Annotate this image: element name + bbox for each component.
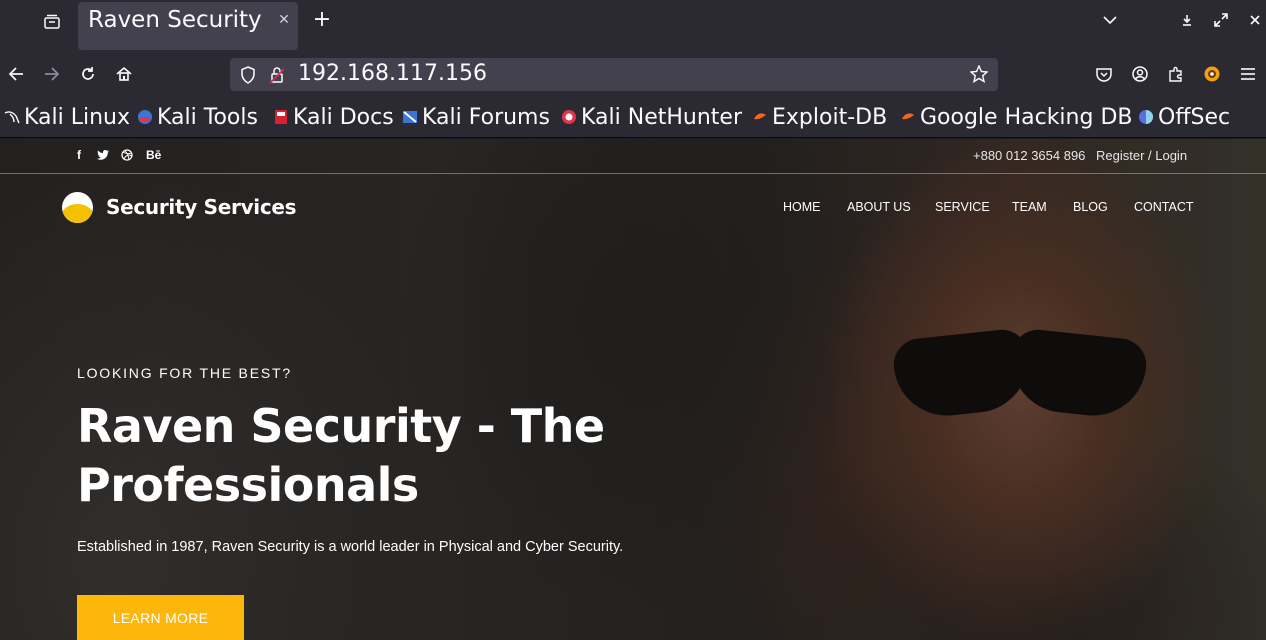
close-tab-icon[interactable]: ✕ [276, 12, 292, 28]
bookmark-google-hacking-db[interactable]: Google Hacking DB [900, 103, 1132, 131]
active-tab[interactable]: Raven Security ✕ [78, 2, 298, 50]
nav-contact[interactable]: CONTACT [1134, 200, 1194, 214]
header-divider [0, 173, 1266, 174]
home-icon[interactable] [112, 62, 136, 86]
learn-more-button[interactable]: LEARN MORE [77, 595, 244, 640]
url-text[interactable]: 192.168.117.156 [298, 61, 487, 86]
bookmark-offsec[interactable]: OffSec [1138, 103, 1230, 131]
kali-dragon-icon [4, 109, 20, 125]
nav-service[interactable]: SERVICE [935, 200, 990, 214]
kali-docs-icon [273, 109, 289, 125]
site-logo-text[interactable]: Security Services [106, 195, 297, 219]
nav-blog[interactable]: BLOG [1073, 200, 1108, 214]
exploit-db-icon [752, 109, 768, 125]
forward-arrow-icon[interactable] [40, 62, 64, 86]
hero-eyebrow: LOOKING FOR THE BEST? [77, 365, 292, 381]
nethunter-icon [561, 109, 577, 125]
bookmark-kali-tools[interactable]: Kali Tools [137, 103, 258, 131]
tab-bar: Raven Security ✕ + [0, 0, 1266, 52]
hamburger-menu-icon[interactable] [1236, 62, 1260, 86]
nav-team[interactable]: TEAM [1012, 200, 1047, 214]
list-all-tabs-icon[interactable] [1100, 10, 1120, 30]
hero-title: Raven Security - The Professionals [77, 399, 605, 512]
tab-title: Raven Security [88, 7, 262, 33]
facebook-icon[interactable]: f [77, 147, 81, 163]
tab-overview-icon[interactable] [38, 8, 66, 36]
tracking-protection-shield-icon[interactable] [240, 66, 256, 88]
contact-phone: +880 012 3654 896 [973, 148, 1086, 163]
account-icon[interactable] [1128, 62, 1152, 86]
extension-badge-icon[interactable] [1200, 62, 1224, 86]
bookmark-star-icon[interactable] [969, 64, 989, 87]
new-tab-icon[interactable]: + [310, 8, 334, 32]
navigation-toolbar: 192.168.117.156 [0, 52, 1266, 96]
bookmark-kali-docs[interactable]: Kali Docs [273, 103, 394, 131]
hero-subtitle: Established in 1987, Raven Security is a… [77, 539, 624, 555]
kali-forums-icon [402, 109, 418, 125]
offsec-icon [1138, 109, 1154, 125]
ghdb-icon [900, 109, 916, 125]
dribbble-icon[interactable] [121, 147, 133, 163]
address-bar[interactable]: 192.168.117.156 [230, 58, 998, 91]
twitter-icon[interactable] [97, 147, 109, 163]
register-login-link[interactable]: Register / Login [1096, 148, 1187, 163]
kali-tools-icon [137, 109, 153, 125]
insecure-lock-icon[interactable] [269, 66, 285, 88]
nav-home[interactable]: HOME [783, 200, 821, 214]
back-arrow-icon[interactable] [4, 62, 28, 86]
bookmark-kali-forums[interactable]: Kali Forums [402, 103, 550, 131]
reload-icon[interactable] [76, 62, 100, 86]
site-logo-icon[interactable] [62, 192, 93, 223]
bookmark-kali-linux[interactable]: Kali Linux [4, 103, 130, 131]
nav-about-us[interactable]: ABOUT US [847, 200, 911, 214]
close-window-icon[interactable] [1245, 10, 1265, 30]
bookmark-kali-nethunter[interactable]: Kali NetHunter [561, 103, 742, 131]
bookmarks-toolbar: Kali Linux Kali Tools Kali Docs Kali For… [0, 96, 1266, 138]
extensions-icon[interactable] [1164, 62, 1188, 86]
hero-section: f Bē +880 012 3654 896 Register / Login … [0, 139, 1266, 640]
minimize-icon[interactable] [1177, 10, 1197, 30]
pocket-icon[interactable] [1092, 62, 1116, 86]
behance-icon[interactable]: Bē [146, 147, 161, 163]
maximize-icon[interactable] [1211, 10, 1231, 30]
bookmark-exploit-db[interactable]: Exploit-DB [752, 103, 887, 131]
